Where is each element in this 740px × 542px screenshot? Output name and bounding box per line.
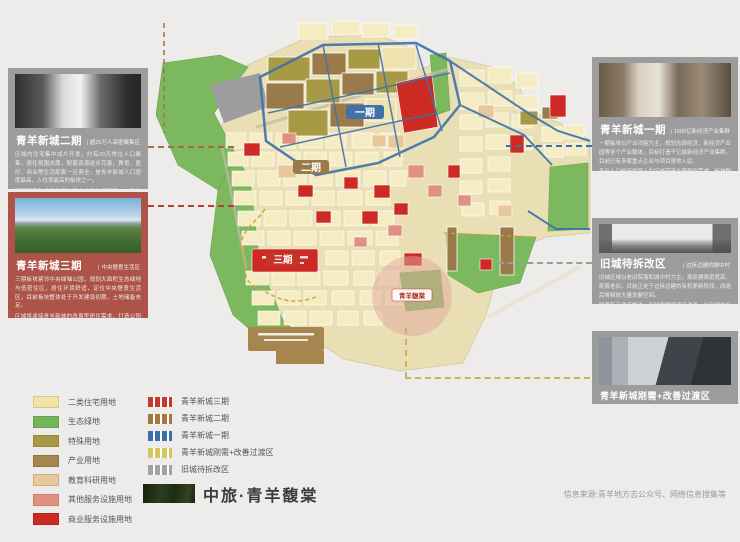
legend-row: 产业用地 [33,454,132,467]
oldtown-panel-tag: | 边拆边建的城中村 [682,263,730,269]
phase2-panel-title: 青羊新城二期 [16,135,82,147]
legend-row: 生态绿地 [33,415,132,428]
poster-canvas: 青羊馥棠 一期 二期 三期 青羊新城二期 | 超20万人高密聚集区 区域内住宅集中… [0,0,740,542]
legend-swatch [33,474,59,486]
legend-swatch [33,493,59,506]
tag-divider: | [86,140,88,146]
connector-oldtown-right [498,262,592,264]
phase2-badge-label: 二期 [301,161,321,174]
phase2-photo [15,74,141,128]
land-use-legend: 二类住宅用地 生态绿地 特殊用地 产业用地 教育科研用地 其他服务设施用地 商业… [33,396,132,533]
legend-row: 青羊新城一期 [148,430,274,441]
connector-phase1-right [506,145,592,147]
connector-phase3-left [148,205,234,207]
zone-swatch [148,413,172,424]
phase3-badge-label: 三期 [273,254,292,266]
legend-row: 二类住宅用地 [33,396,132,408]
zone-swatch [148,447,172,458]
panel-phase2: 青羊新城二期 | 超20万人高密聚集区 区域内住宅集中成片开发，约有20万常住人口… [8,68,148,204]
phase3-badge: 三期 [266,253,300,266]
oldtown-panel-body2: 随着拆迁改造推进，区域面貌将逐步改善，与新城片区加速融合。 [599,303,732,319]
source-note: 信息来源:青羊地方志公众号、网络信息搜集等 [563,490,726,499]
phase1-badge-label: 一期 [355,106,375,119]
legend-swatch [33,435,59,447]
connector-phase2-left [148,146,234,148]
transition-photo [599,337,731,385]
legend-row: 特殊用地 [33,435,132,447]
phase1-photo [599,63,731,117]
phase2-panel-tag: | 超20万人高密聚集区 [86,140,140,146]
project-marker-label: 青羊馥棠 [399,291,426,300]
zone-swatch [148,430,172,441]
legend-swatch [33,396,59,408]
project-marker: 青羊馥棠 [391,288,433,302]
phase1-panel-body2: 产业人口的持续导入为区域带来大量职住需求，板块职住平衡特征明显，发展动能充足。 [599,169,732,185]
panel-phase1: 青羊新城一期 | 1000亿新经济产业集群 一期板块以产业功能为主，规划总部经济、… [592,57,738,184]
phase3-panel-title: 青羊新城三期 [16,260,82,272]
phase3-panel-body1: 三期板块紧邻中央绿轴公园，规划大面积生态绿地与低密住区，居住环境舒适，定位中央惬… [15,277,141,310]
legend-row: 旧城待拆改区 [148,464,274,475]
phase2-panel-body1: 区域内住宅集中成片开发，约有20万常住人口聚集，居住氛围浓厚，配套资源逐步完善，… [15,152,141,185]
map-medical-center-parcel [248,327,324,364]
connector-transition-horizontal [405,377,590,379]
phase1-badge: 一期 [346,105,384,119]
phase2-badge: 二期 [293,160,329,174]
phase3-panel-tag: | 中央惬意生活区 [98,265,140,271]
phase3-panel-body2: 区域将承接青羊新城的改善型居住需求，打造公园城市示范生活场景。 [15,314,141,329]
panel-oldtown: 旧城待拆改区 | 边拆边建的城中村 旧城区域以老旧院落和城中村为主，现状建筑密度高… [592,218,738,318]
legend-row: 青羊新城二期 [148,413,274,424]
panel-phase3: 青羊新城三期 | 中央惬意生活区 三期板块紧邻中央绿轴公园，规划大面积生态绿地与低… [8,192,148,329]
legend-swatch [33,415,59,428]
oldtown-panel-body1: 旧城区域以老旧院落和城中村为主，现状建筑密度高、配套老旧，目前正处于边拆边建的有… [599,275,732,299]
tag-divider: | [670,129,672,135]
zone-swatch [148,396,172,407]
project-logo-text: 中旅·青羊馥棠 [203,488,319,505]
legend-row: 青羊新城三期 [148,396,274,407]
planning-map-svg: 青羊馥棠 一期 二期 三期 [155,20,591,372]
oldtown-photo [599,224,731,253]
tag-divider: | [98,265,100,271]
planning-map: 青羊馥棠 一期 二期 三期 [148,15,598,387]
legend-row: 青羊新城刚需+改善过渡区 [148,447,274,458]
panel-transition: 青羊新城刚需+改善过渡区 [592,331,738,404]
legend-swatch [33,454,59,467]
phase1-panel-tag: | 1000亿新经济产业集群 [670,129,730,135]
legend-row: 商业服务设施用地 [33,513,132,525]
zone-swatch [148,464,172,475]
tag-divider: | [682,263,684,269]
legend-row: 教育科研用地 [33,474,132,486]
phase3-photo [15,198,141,253]
legend-row: 其他服务设施用地 [33,493,132,506]
phase1-panel-body1: 一期板块以产业功能为主，规划总部经济、新经济产业园等多个产业载体，目标打造千亿级… [599,141,732,165]
phase1-panel-title: 青羊新城一期 [600,124,666,136]
oldtown-panel-title: 旧城待拆改区 [600,258,666,270]
project-satellite-thumbnail [143,484,195,503]
transition-panel-title: 青羊新城刚需+改善过渡区 [600,391,711,401]
legend-swatch [33,513,59,525]
zone-legend: 青羊新城三期 青羊新城二期 青羊新城一期 青羊新城刚需+改善过渡区 旧城待拆改区 [148,396,274,481]
connector-transition-vertical [405,328,407,378]
